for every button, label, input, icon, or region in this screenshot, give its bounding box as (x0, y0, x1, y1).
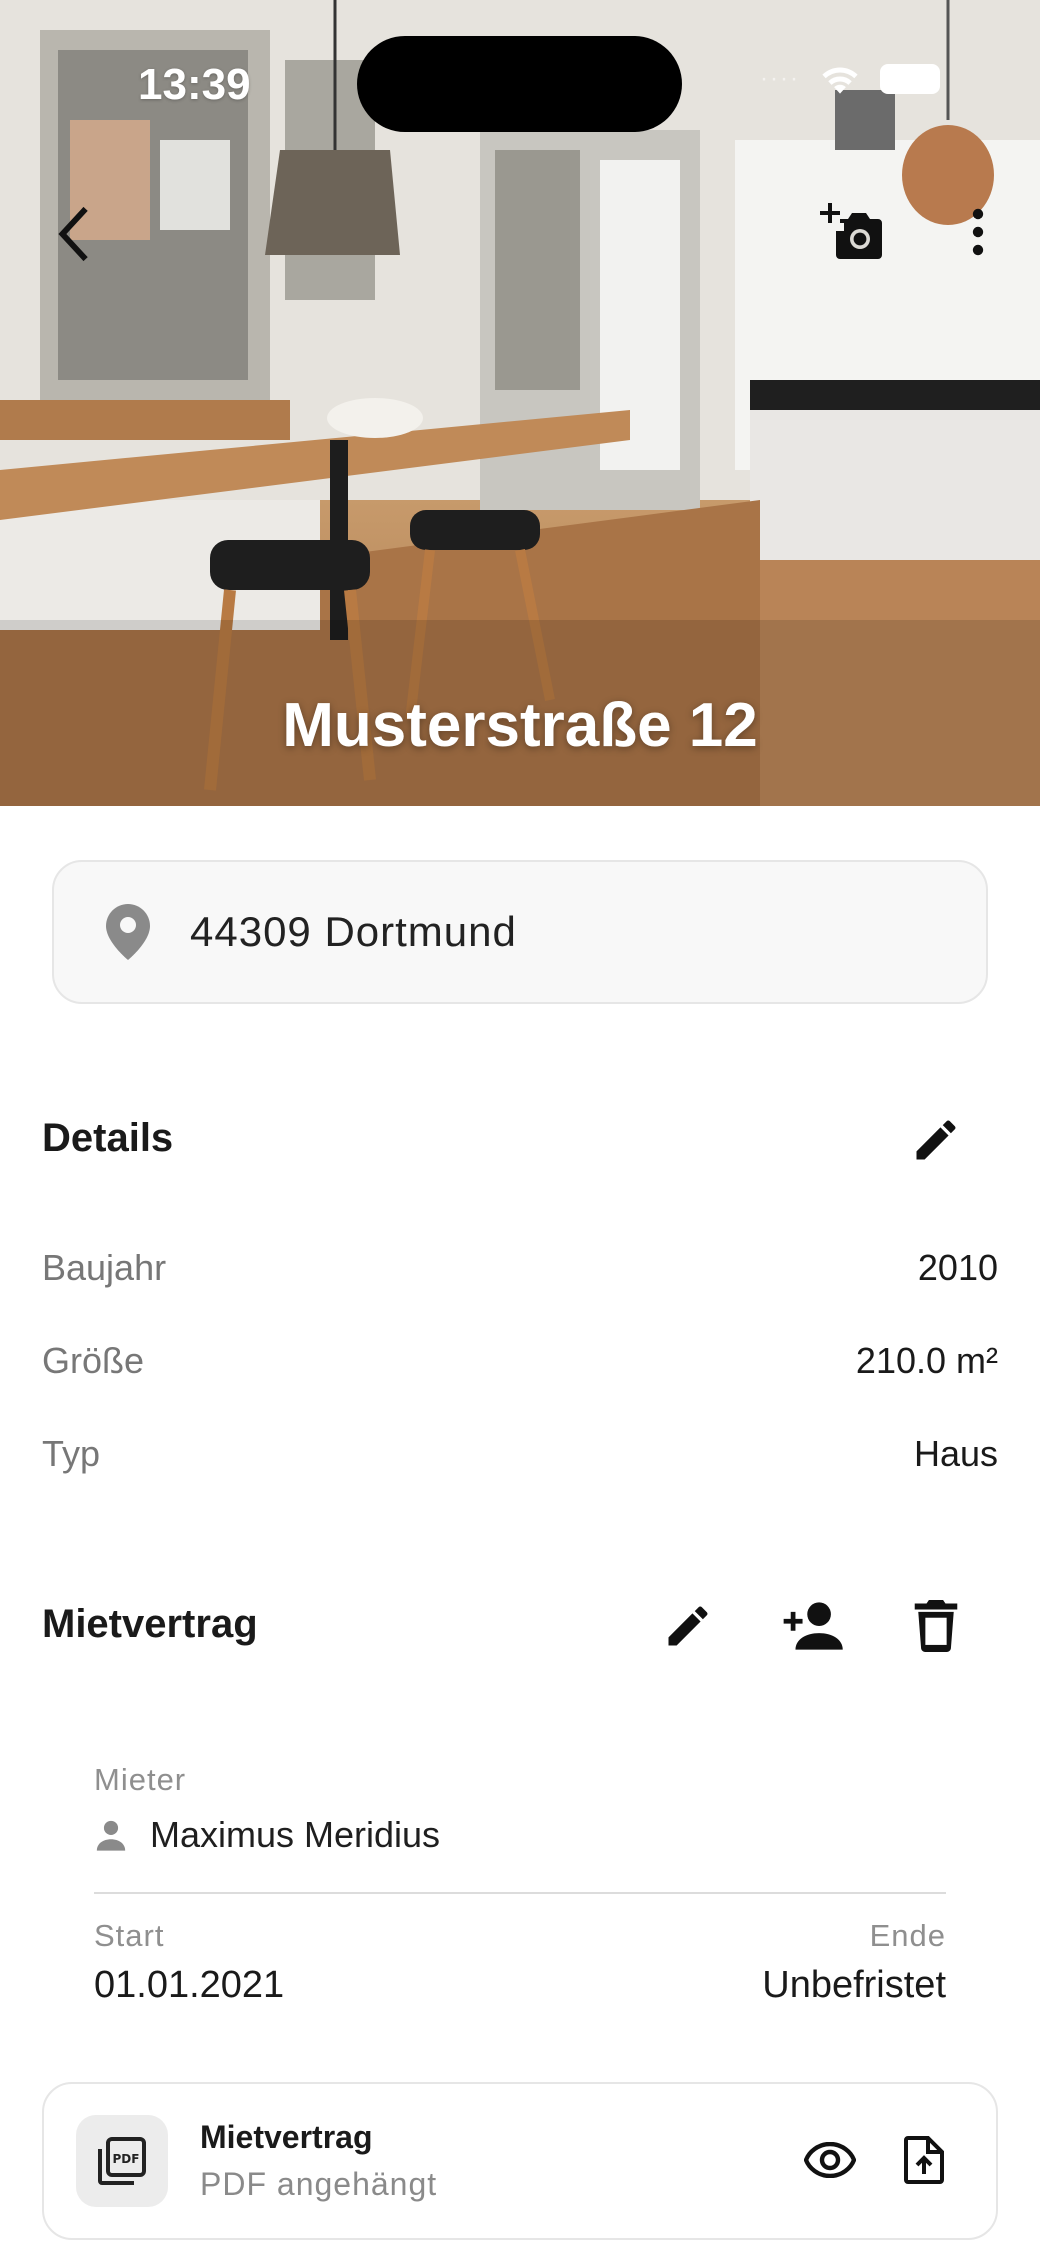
chevron-left-icon (58, 206, 88, 262)
tenant-field[interactable]: Mieter Maximus Meridius (94, 1762, 946, 1856)
start-label: Start (94, 1918, 165, 1953)
property-hero-image: 13:39 ···· Musterstraße 12 (0, 0, 1040, 806)
detail-row-groesse: Größe 210.0 m² (42, 1331, 998, 1391)
view-document-button[interactable] (802, 2128, 858, 2192)
signal-dots: ···· (760, 65, 800, 92)
document-subtitle: PDF angehängt (200, 2166, 438, 2202)
document-actions (802, 2128, 952, 2192)
dynamic-island (357, 36, 682, 132)
detail-label: Baujahr (42, 1247, 167, 1288)
upload-document-button[interactable] (896, 2128, 952, 2192)
document-text: Mietvertrag PDF angehängt (200, 2119, 437, 2203)
eye-icon (804, 2142, 856, 2178)
tenant-name: Maximus Meridius (150, 1814, 441, 1855)
lease-title: Mietvertrag (42, 1602, 258, 1646)
location-card[interactable]: 44309 Dortmund (52, 860, 988, 1004)
lease-dates: Start 01.01.2021 Ende Unbefristet (94, 1918, 946, 2007)
add-photo-icon (820, 203, 882, 259)
detail-row-baujahr: Baujahr 2010 (42, 1238, 998, 1298)
detail-label: Größe (42, 1340, 145, 1381)
pencil-icon (668, 1606, 708, 1646)
end-label: Ende (869, 1918, 946, 1953)
trash-icon (914, 1600, 958, 1652)
file-upload-icon (904, 2136, 944, 2184)
location-pin-icon (106, 904, 150, 960)
edit-details-button[interactable] (900, 1104, 972, 1176)
add-tenant-button[interactable] (776, 1590, 848, 1662)
detail-value: Haus (913, 1433, 998, 1474)
status-bar-time: 13:39 (138, 60, 251, 109)
document-title: Mietvertrag (200, 2119, 373, 2155)
end-date-block: Ende Unbefristet (762, 1918, 946, 2007)
detail-row-typ: Typ Haus (42, 1424, 998, 1484)
more-vert-icon (972, 208, 984, 256)
start-date: 01.01.2021 (94, 1964, 285, 2006)
battery-icon (880, 64, 940, 94)
detail-label: Typ (42, 1433, 101, 1474)
wifi-icon (822, 67, 858, 94)
detail-value: 2010 (917, 1247, 998, 1288)
tenant-label: Mieter (94, 1762, 187, 1797)
back-button[interactable] (40, 190, 108, 278)
more-options-button[interactable] (964, 200, 992, 264)
status-icons: ···· (760, 62, 940, 96)
lease-document-card[interactable]: PDF Mietvertrag PDF angehängt (42, 2082, 998, 2240)
delete-lease-button[interactable] (900, 1590, 972, 1662)
property-title: Musterstraße 12 (282, 691, 758, 760)
tenant-divider (94, 1892, 946, 1894)
pencil-icon (916, 1120, 956, 1160)
add-photo-button[interactable] (812, 196, 892, 268)
detail-value: 210.0 m² (855, 1340, 998, 1381)
start-date-block: Start 01.01.2021 (94, 1918, 284, 2007)
location-text: 44309 Dortmund (190, 908, 517, 955)
edit-lease-button[interactable] (652, 1590, 724, 1662)
person-add-icon (783, 1602, 843, 1650)
svg-text:PDF: PDF (113, 2152, 140, 2166)
tenant-name-row: Maximus Meridius (94, 1814, 946, 1856)
pdf-file-icon: PDF (98, 2137, 146, 2185)
details-title: Details (42, 1116, 174, 1160)
end-date: Unbefristet (762, 1964, 946, 2006)
person-icon (96, 1820, 126, 1851)
document-thumbnail: PDF (76, 2115, 168, 2207)
